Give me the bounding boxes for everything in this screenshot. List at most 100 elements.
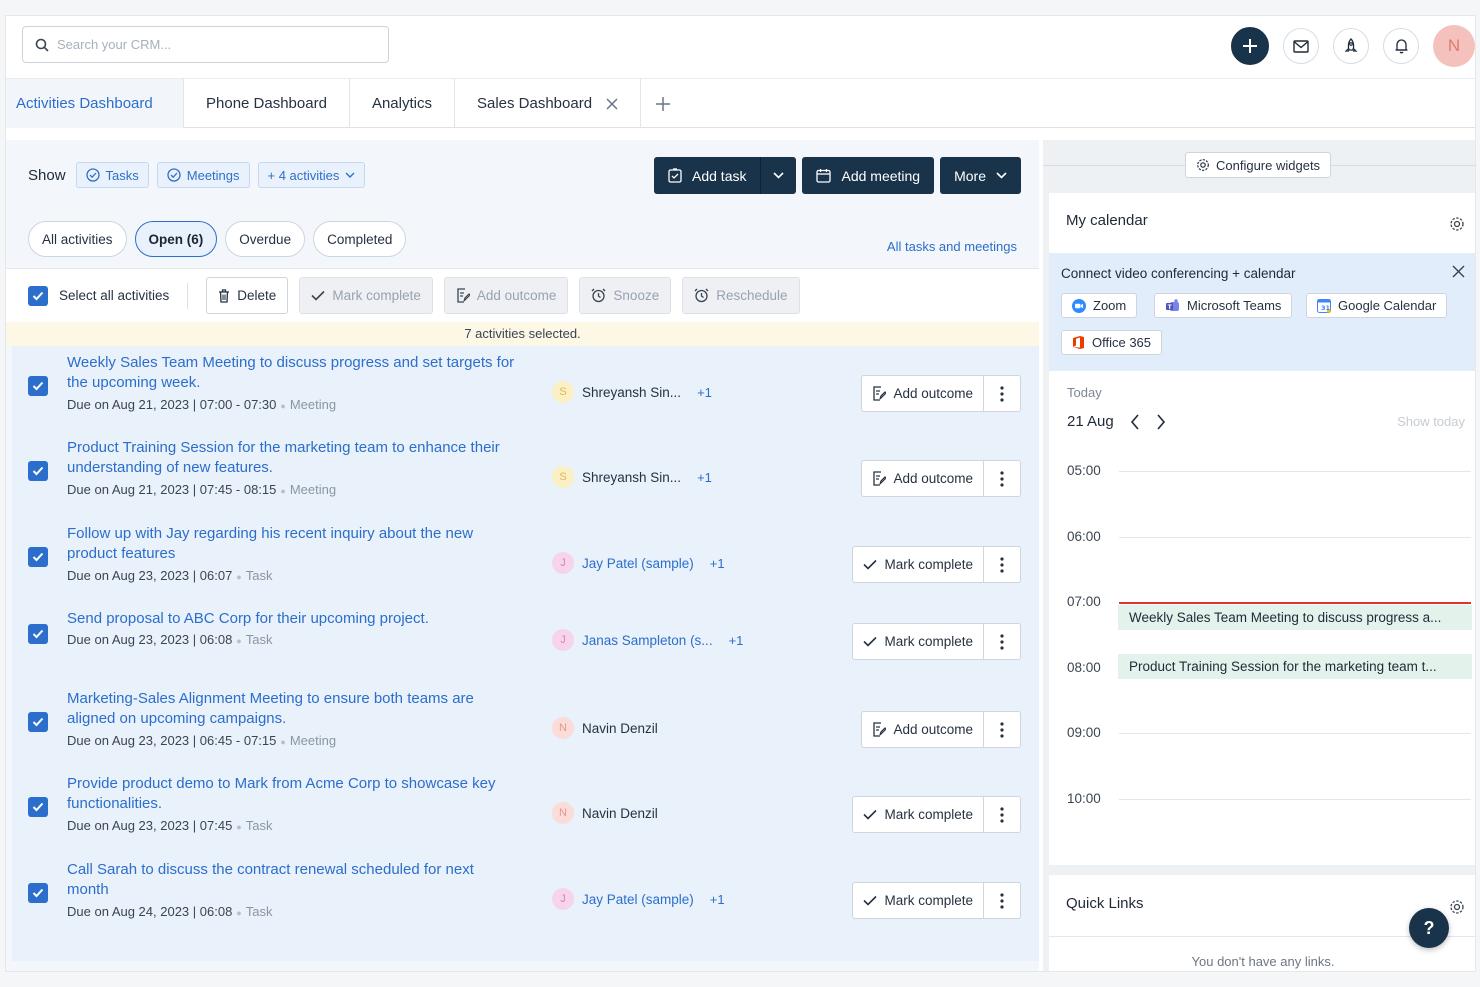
action-label: Mark complete <box>884 634 973 649</box>
activity-due: Due on Aug 23, 2023 | 06:08 ● Task <box>67 632 272 647</box>
show-today-link[interactable]: Show today <box>1397 414 1465 429</box>
chip-meetings[interactable]: Meetings <box>156 162 250 188</box>
activity-due: Due on Aug 21, 2023 | 07:00 - 07:30 ● Meet… <box>67 397 336 412</box>
connect-zoom-button[interactable]: Zoom <box>1061 293 1138 318</box>
row-more-menu[interactable] <box>984 375 1021 412</box>
additional-attendees-count[interactable]: +1 <box>697 470 712 485</box>
activity-title-link[interactable]: Call Sarah to discuss the contract renew… <box>67 860 517 899</box>
activity-checkbox[interactable] <box>28 461 48 481</box>
chevron-down-icon <box>773 172 785 179</box>
add-task-button[interactable]: Add task <box>654 157 762 194</box>
bulk-delete-button[interactable]: Delete <box>206 277 289 314</box>
activity-title-link[interactable]: Marketing-Sales Alignment Meeting to ens… <box>67 689 517 728</box>
add-meeting-button[interactable]: Add meeting <box>802 157 935 194</box>
row-more-menu[interactable] <box>984 882 1021 919</box>
show-label: Show <box>28 166 66 184</box>
row-actions: Add outcome <box>861 460 1021 497</box>
bulk-mark-complete-button[interactable]: Mark complete <box>299 277 433 314</box>
chevron-right-icon[interactable] <box>1156 413 1166 430</box>
activity-checkbox[interactable] <box>28 624 48 644</box>
connect-teams-button[interactable]: T Microsoft Teams <box>1154 293 1293 318</box>
owner-name[interactable]: Jay Patel (sample) <box>582 892 694 907</box>
help-button[interactable]: ? <box>1409 908 1449 948</box>
activity-checkbox[interactable] <box>28 376 48 396</box>
activity-checkbox[interactable] <box>28 547 48 567</box>
pill-completed[interactable]: Completed <box>313 221 407 257</box>
row-more-menu[interactable] <box>984 546 1021 583</box>
activity-title-link[interactable]: Follow up with Jay regarding his recent … <box>67 524 517 563</box>
add-tab-button[interactable] <box>641 79 685 128</box>
user-avatar[interactable]: N <box>1433 25 1475 67</box>
close-tab-icon[interactable] <box>606 97 618 110</box>
add-task-split-button: Add task <box>654 157 797 194</box>
row-more-menu[interactable] <box>984 796 1021 833</box>
add-outcome-button[interactable]: Add outcome <box>861 711 984 748</box>
more-button[interactable]: More <box>940 157 1021 194</box>
configure-widgets-button[interactable]: Configure widgets <box>1185 152 1332 178</box>
separator-dot: ● <box>280 400 286 411</box>
search-icon <box>35 38 49 52</box>
mark-complete-button[interactable]: Mark complete <box>852 546 984 583</box>
connect-office365-button[interactable]: Office 365 <box>1061 330 1163 355</box>
tab-analytics[interactable]: Analytics <box>350 79 455 128</box>
tab-phone-dashboard[interactable]: Phone Dashboard <box>184 79 350 128</box>
mark-complete-button[interactable]: Mark complete <box>852 882 984 919</box>
activity-checkbox[interactable] <box>28 797 48 817</box>
row-more-menu[interactable] <box>984 460 1021 497</box>
mark-complete-button[interactable]: Mark complete <box>852 796 984 833</box>
kebab-menu-icon <box>1000 892 1004 909</box>
pill-overdue[interactable]: Overdue <box>225 221 306 257</box>
additional-attendees-count[interactable]: +1 <box>710 556 725 571</box>
quick-add-button[interactable] <box>1231 27 1269 65</box>
date-navigator: 21 Aug <box>1067 413 1166 430</box>
search-box[interactable] <box>22 26 389 63</box>
owner-name[interactable]: Jay Patel (sample) <box>582 556 694 571</box>
additional-attendees-count[interactable]: +1 <box>729 633 744 648</box>
mark-complete-button[interactable]: Mark complete <box>852 623 984 660</box>
select-all-checkbox[interactable] <box>28 285 48 306</box>
notifications-button[interactable] <box>1383 28 1419 64</box>
additional-attendees-count[interactable]: +1 <box>697 385 712 400</box>
additional-attendees-count[interactable]: +1 <box>710 892 725 907</box>
add-task-dropdown[interactable] <box>761 157 797 194</box>
tab-activities-dashboard[interactable]: Activities Dashboard <box>6 79 184 128</box>
activity-checkbox[interactable] <box>28 883 48 903</box>
chip-more-activities[interactable]: + 4 activities <box>257 162 366 188</box>
calendar-event[interactable]: Product Training Session for the marketi… <box>1118 654 1472 679</box>
close-icon[interactable] <box>1452 265 1465 278</box>
chip-tasks[interactable]: Tasks <box>75 162 149 188</box>
hour-label: 06:00 <box>1067 529 1101 544</box>
owner-name[interactable]: Janas Sampleton (s... <box>582 633 713 648</box>
connect-google-calendar-button[interactable]: 31 Google Calendar <box>1306 293 1448 318</box>
row-more-menu[interactable] <box>984 711 1021 748</box>
tab-sales-dashboard[interactable]: Sales Dashboard <box>455 79 642 128</box>
hour-label: 07:00 <box>1067 594 1101 609</box>
row-more-menu[interactable] <box>984 623 1021 660</box>
bulk-snooze-button[interactable]: Snooze <box>579 277 672 314</box>
email-button[interactable] <box>1283 28 1319 64</box>
tab-label: Sales Dashboard <box>476 95 593 112</box>
activity-title-link[interactable]: Send proposal to ABC Corp for their upco… <box>67 609 517 629</box>
chevron-left-icon[interactable] <box>1130 413 1140 430</box>
activity-title-link[interactable]: Weekly Sales Team Meeting to discuss pro… <box>67 353 517 392</box>
bulk-reschedule-button[interactable]: Reschedule <box>682 277 800 314</box>
activity-title-link[interactable]: Product Training Session for the marketi… <box>67 438 517 477</box>
all-tasks-meetings-link[interactable]: All tasks and meetings <box>887 239 1017 254</box>
bulk-add-outcome-button[interactable]: Add outcome <box>443 277 569 314</box>
kebab-menu-icon <box>1000 385 1004 402</box>
activity-checkbox[interactable] <box>28 712 48 732</box>
add-outcome-button[interactable]: Add outcome <box>861 375 984 412</box>
search-input[interactable] <box>57 37 357 52</box>
activity-owner: J Janas Sampleton (s... +1 <box>552 629 743 651</box>
quick-links-settings-gear-icon[interactable] <box>1449 899 1465 915</box>
hour-label: 08:00 <box>1067 660 1101 675</box>
action-label: Mark complete <box>884 807 973 822</box>
pill-all-activities[interactable]: All activities <box>28 221 127 257</box>
calendar-settings-gear-icon[interactable] <box>1449 216 1465 232</box>
add-outcome-button[interactable]: Add outcome <box>861 460 984 497</box>
pill-open[interactable]: Open (6) <box>134 221 218 257</box>
calendar-event[interactable]: Weekly Sales Team Meeting to discuss pro… <box>1118 605 1472 630</box>
zoom-icon <box>1072 298 1086 313</box>
rocket-button[interactable] <box>1333 28 1369 64</box>
activity-title-link[interactable]: Provide product demo to Mark from Acme C… <box>67 774 517 813</box>
